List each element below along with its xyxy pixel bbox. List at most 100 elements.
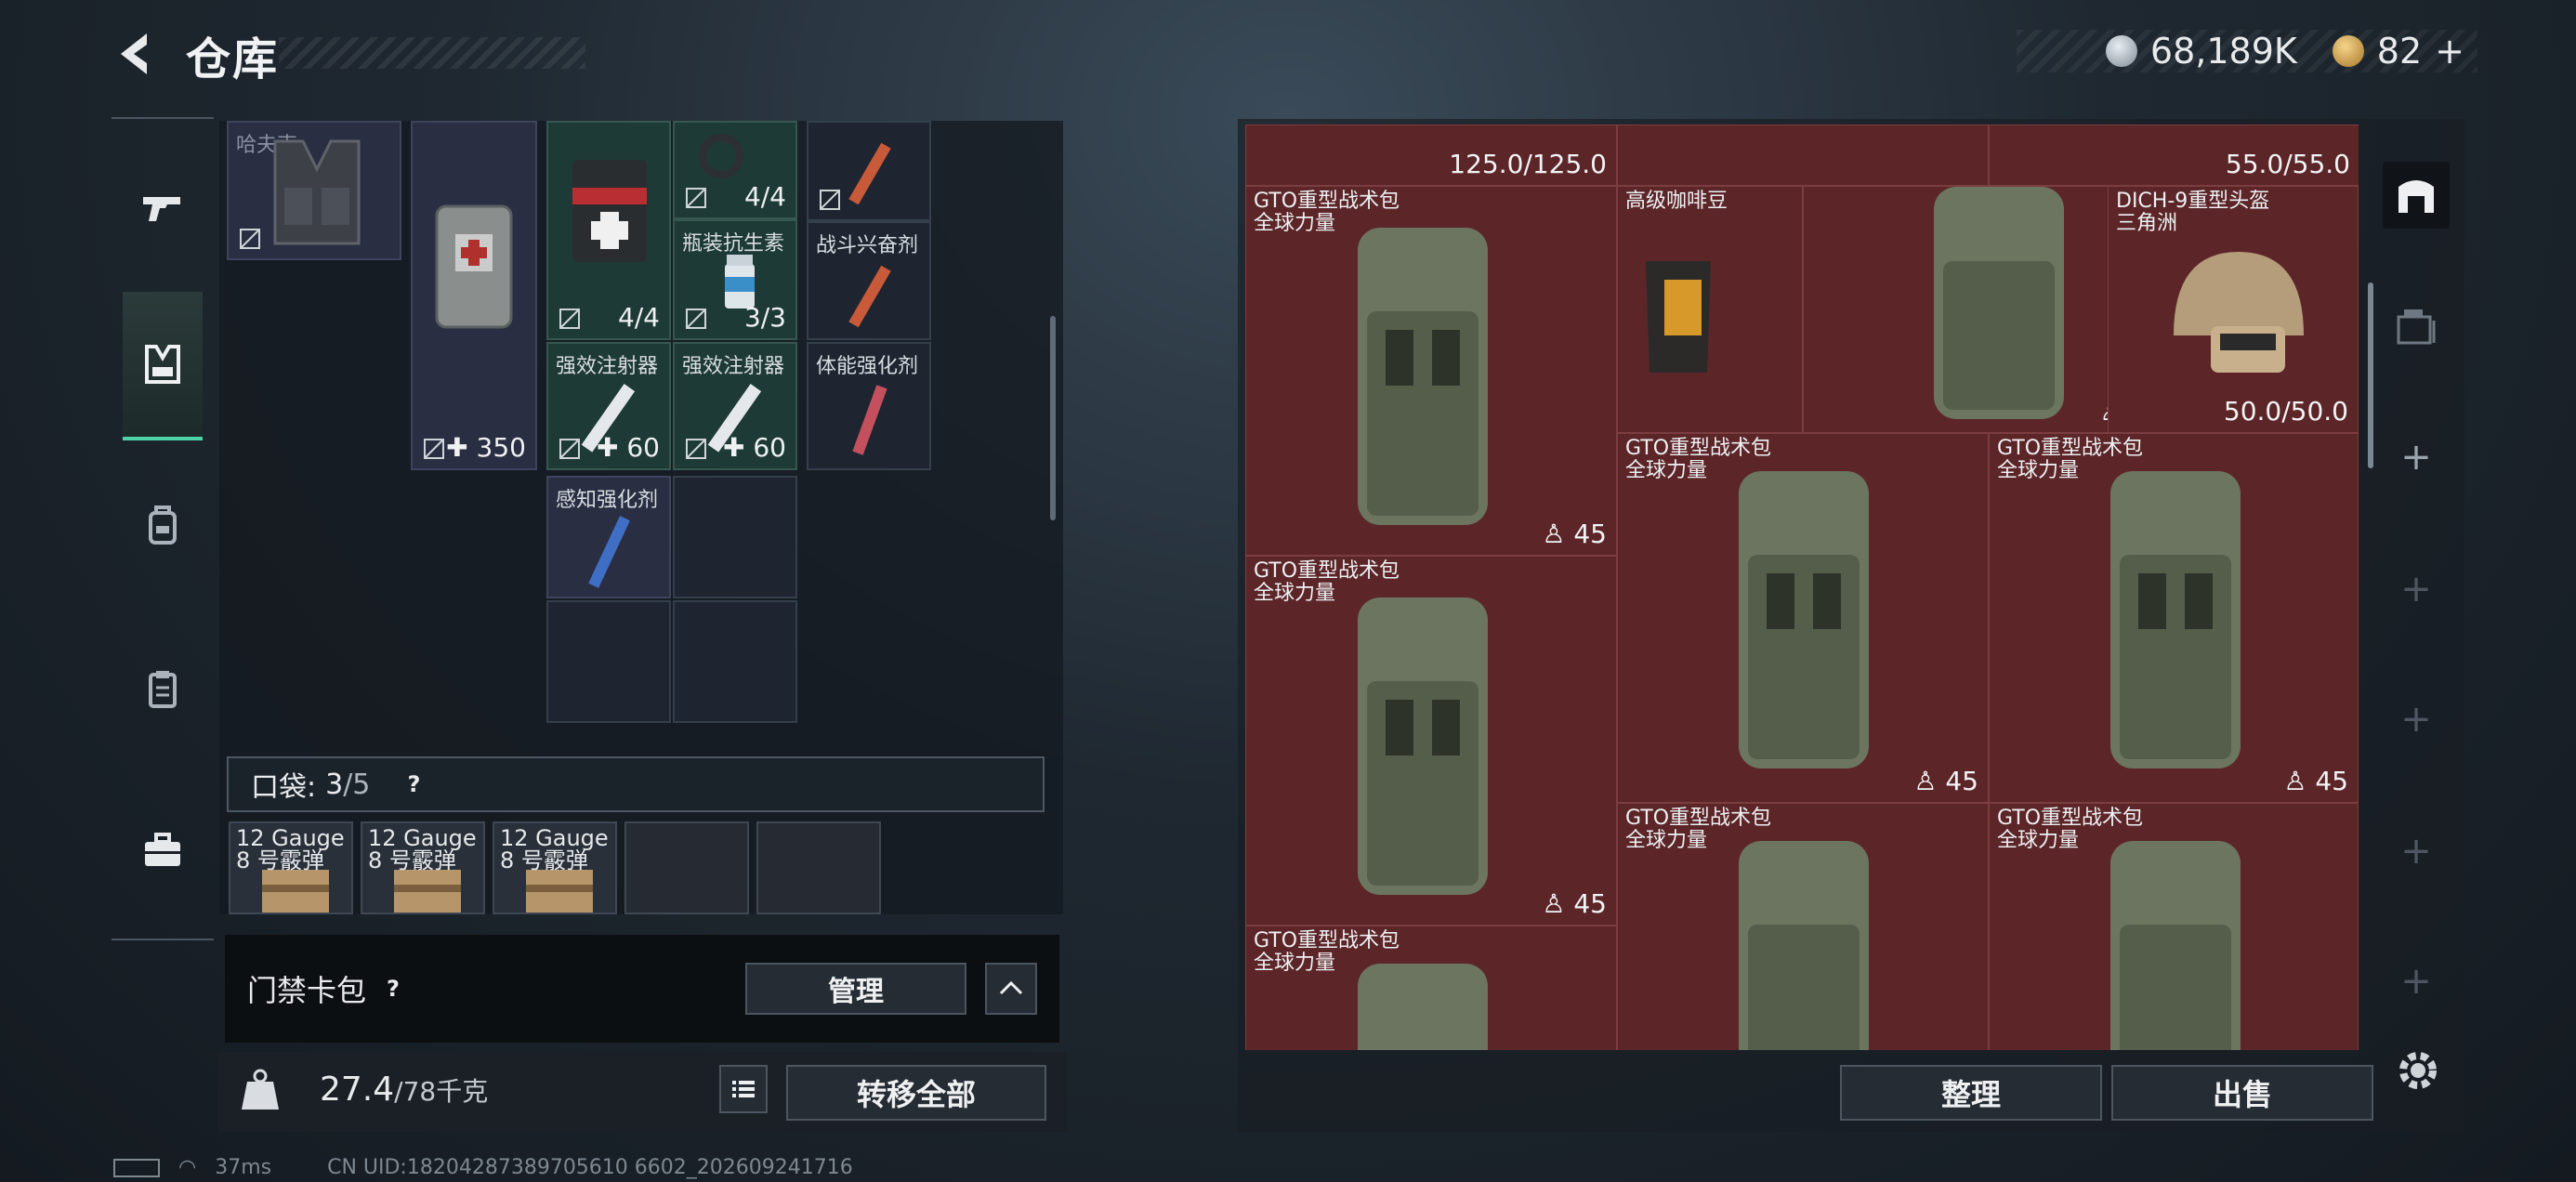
- wifi-icon: ◠: [178, 1156, 197, 1179]
- stash-scrollbar[interactable]: [2368, 282, 2373, 468]
- backpack-icon: [1358, 228, 1488, 525]
- pocket-used: 3: [325, 768, 344, 801]
- stash-tab-main[interactable]: [2383, 162, 2450, 229]
- pocket-header: 口袋: 3 /5 ?: [227, 756, 1045, 812]
- backpack-icon: [1358, 598, 1488, 895]
- currency-bar: 68,189K 82 +: [2017, 30, 2477, 72]
- sell-button[interactable]: 出售: [2111, 1065, 2373, 1121]
- pocket-slot-1[interactable]: 12 Gauge 8 号霰弹: [229, 821, 353, 914]
- storage-icon: [2397, 309, 2436, 345]
- lock-icon: [820, 190, 840, 210]
- warehouse-icon: [2399, 180, 2434, 213]
- stash-item-bag[interactable]: GTO重型战术包 全球力量 ♙ 45: [1245, 186, 1617, 556]
- stash-item-bag[interactable]: GTO重型战术包 全球力量: [1245, 926, 1617, 1050]
- add-stash-tab-button[interactable]: +: [2383, 424, 2450, 491]
- stash-grid[interactable]: 125.0/125.0 55.0/55.0 GTO重型战术包 全球力量 ♙ 45…: [1245, 125, 2359, 1050]
- stim-physical-slot[interactable]: 体能强化剂: [807, 342, 931, 470]
- add-gold-button[interactable]: +: [2435, 31, 2464, 72]
- ammo-label: 12 Gauge 8 号霰弹: [500, 825, 609, 873]
- back-button[interactable]: [110, 26, 165, 82]
- manage-button[interactable]: 管理: [745, 963, 966, 1015]
- collapse-button[interactable]: [985, 963, 1037, 1015]
- nav-backpack[interactable]: [123, 485, 203, 565]
- item-name: 高级咖啡豆: [1625, 190, 1728, 213]
- stash-item-bag[interactable]: GTO重型战术包 全球力量 ♙ 45: [1245, 556, 1617, 926]
- nav-equipment[interactable]: [123, 292, 203, 440]
- empty-slot[interactable]: [546, 600, 671, 723]
- injector-slot-2[interactable]: 强效注射器 ✚ 60: [673, 342, 797, 470]
- uid-readout: CN UID:18204287389705610 6602_2026092417…: [327, 1156, 853, 1179]
- stash-durability: 55.0/55.0: [2225, 149, 2350, 179]
- stash-cell-partial[interactable]: [1617, 125, 1989, 186]
- stash-tab-2[interactable]: [2383, 292, 2450, 359]
- item-value: ♙ 45: [2283, 766, 2348, 796]
- item-value: ♙ 45: [1542, 519, 1607, 549]
- add-stash-tab-button[interactable]: +: [2383, 948, 2450, 1015]
- ping-readout: 37ms: [215, 1156, 272, 1179]
- rail-divider-bottom: [112, 939, 214, 940]
- antibiotic-count: 3/3: [743, 302, 786, 333]
- stim-perception-slot[interactable]: 感知强化剂: [546, 476, 671, 598]
- status-bar: ◠ 37ms CN UID:18204287389705610 6602_202…: [113, 1156, 853, 1179]
- backpack-icon: [1934, 187, 2064, 419]
- keycard-help-icon[interactable]: ?: [377, 973, 409, 1005]
- medkit-count: ✚ 350: [446, 432, 526, 463]
- backpack-icon: [149, 506, 177, 545]
- weight-current: 27.4: [320, 1070, 395, 1109]
- list-icon: [732, 1081, 755, 1097]
- stash-item-bag[interactable]: GTO重型战术包 全球力量: [1617, 803, 1989, 1050]
- nav-weapons[interactable]: [123, 167, 203, 247]
- vest-item-icon: [273, 139, 361, 245]
- pocket-slot-5[interactable]: [756, 821, 881, 914]
- stash-item-coffee[interactable]: 高级咖啡豆: [1617, 186, 1803, 433]
- stash-cell-partial[interactable]: 125.0/125.0: [1245, 125, 1617, 186]
- pocket-slot-4[interactable]: [624, 821, 749, 914]
- list-view-button[interactable]: [719, 1065, 768, 1113]
- battery-icon: [113, 1158, 160, 1177]
- syringe-icon: [848, 265, 891, 328]
- stash-item-bag[interactable]: GTO重型战术包 全球力量: [1989, 803, 2359, 1050]
- tourniquet-slot[interactable]: 4/4: [673, 121, 797, 219]
- nav-rig[interactable]: [123, 649, 203, 729]
- stash-item-bag[interactable]: GTO重型战术包 全球力量 ♙ 45: [1989, 433, 2359, 803]
- transfer-all-button[interactable]: 转移全部: [786, 1065, 1046, 1121]
- pocket-slot-2[interactable]: 12 Gauge 8 号霰弹: [361, 821, 485, 914]
- empty-slot[interactable]: [673, 600, 797, 723]
- item-value: ♙ 45: [1542, 888, 1607, 919]
- medkit-slot[interactable]: ✚ 350: [411, 121, 537, 470]
- sort-button[interactable]: 整理: [1840, 1065, 2102, 1121]
- helmet-icon: [2174, 252, 2304, 373]
- stim-combat-slot[interactable]: 战斗兴奋剂: [807, 221, 931, 340]
- nav-toolbox[interactable]: [123, 810, 203, 890]
- backpack-icon: [2110, 841, 2241, 1050]
- empty-slot[interactable]: [673, 476, 797, 598]
- add-stash-tab-button[interactable]: +: [2383, 686, 2450, 753]
- antibiotic-slot[interactable]: 瓶装抗生素 3/3: [673, 219, 797, 340]
- coffee-bag-icon: [1646, 261, 1711, 373]
- stim-slot-top[interactable]: [807, 121, 931, 221]
- stash-item-bag[interactable]: GTO重型战术包 全球力量 ♙ 45: [1617, 433, 1989, 803]
- add-stash-tab-button[interactable]: +: [2383, 818, 2450, 885]
- pocket-help-icon[interactable]: ?: [398, 768, 429, 800]
- vest-icon: [145, 345, 180, 384]
- lock-icon: [686, 309, 706, 329]
- injector-slot-1[interactable]: 强效注射器 ✚ 60: [546, 342, 671, 470]
- bandage-slot[interactable]: 4/4: [546, 121, 671, 340]
- backpack-icon: [1739, 841, 1869, 1050]
- injector-count: ✚ 60: [722, 432, 786, 463]
- backpack-icon: [2110, 471, 2241, 768]
- stash-item-helmet[interactable]: DICH-9重型头盔 三角洲 50.0/50.0: [2108, 186, 2359, 433]
- chevron-up-icon: [999, 980, 1023, 995]
- settings-button[interactable]: [2388, 1041, 2448, 1100]
- pocket-slot-3[interactable]: 12 Gauge 8 号霰弹: [493, 821, 617, 914]
- injector-count: ✚ 60: [596, 432, 660, 463]
- item-value: ♙ 45: [1913, 766, 1978, 796]
- stash-cell-partial[interactable]: 55.0/55.0: [1989, 125, 2359, 186]
- rail-divider-top: [112, 117, 214, 119]
- title-decoration: [279, 37, 585, 69]
- add-stash-tab-button[interactable]: +: [2383, 556, 2450, 623]
- vest-slot[interactable]: 哈夫克: [227, 121, 401, 260]
- pocket-capacity: /5: [343, 768, 371, 801]
- lock-icon: [424, 439, 444, 459]
- inventory-scrollbar[interactable]: [1050, 316, 1056, 520]
